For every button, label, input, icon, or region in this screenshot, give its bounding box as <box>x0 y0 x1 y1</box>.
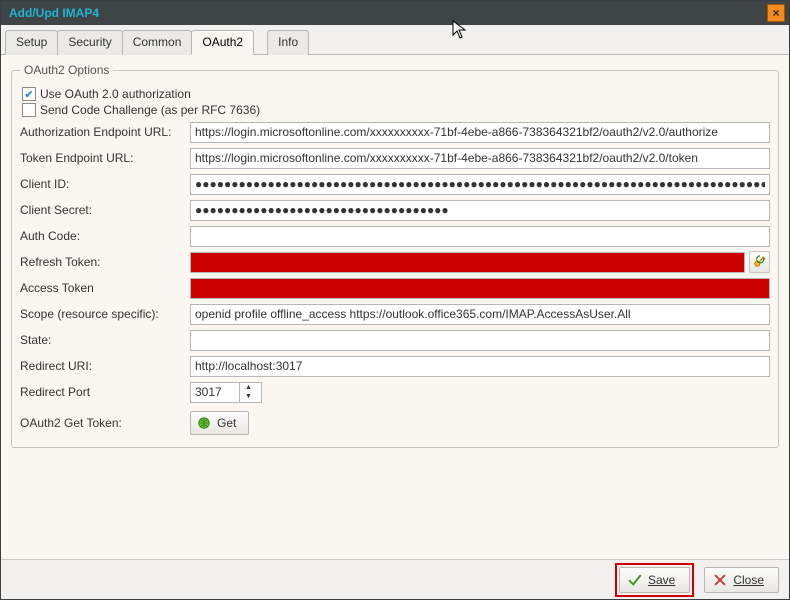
label-auth-code: Auth Code: <box>20 229 190 243</box>
label-redirect-port: Redirect Port <box>20 385 190 399</box>
save-highlight: Save <box>615 563 694 597</box>
window-title: Add/Upd IMAP4 <box>5 6 767 20</box>
send-code-challenge-checkbox[interactable]: Send Code Challenge (as per RFC 7636) <box>22 103 770 117</box>
close-label: Close <box>733 573 764 587</box>
label-client-secret: Client Secret: <box>20 203 190 217</box>
redirect-port-input[interactable] <box>191 383 239 402</box>
label-state: State: <box>20 333 190 347</box>
label-client-id: Client ID: <box>20 177 190 191</box>
token-endpoint-input[interactable] <box>190 148 770 169</box>
use-oauth-label: Use OAuth 2.0 authorization <box>40 87 191 101</box>
close-icon: × <box>772 6 779 20</box>
tab-common[interactable]: Common <box>122 30 193 55</box>
oauth2-options-group: OAuth2 Options Use OAuth 2.0 authorizati… <box>11 63 779 448</box>
checkbox-icon <box>22 103 36 117</box>
tab-info[interactable]: Info <box>267 30 309 55</box>
checkbox-icon <box>22 87 36 101</box>
spinner-up-icon[interactable]: ▲ <box>240 383 257 393</box>
client-secret-input[interactable] <box>190 200 770 221</box>
redirect-uri-input[interactable] <box>190 356 770 377</box>
redirect-port-stepper[interactable]: ▲ ▼ <box>190 382 262 403</box>
save-label: Save <box>648 573 675 587</box>
label-token-endpoint: Token Endpoint URL: <box>20 151 190 165</box>
x-icon <box>713 573 727 587</box>
key-refresh-icon <box>752 255 766 269</box>
label-scope: Scope (resource specific): <box>20 307 190 321</box>
get-token-button[interactable]: Get <box>190 411 249 435</box>
titlebar: Add/Upd IMAP4 × <box>1 1 789 25</box>
spinner-arrows: ▲ ▼ <box>239 383 257 402</box>
auth-endpoint-input[interactable] <box>190 122 770 143</box>
dialog-window: Add/Upd IMAP4 × Setup Security Common OA… <box>0 0 790 600</box>
save-button[interactable]: Save <box>619 567 690 593</box>
access-token-input[interactable] <box>190 278 770 299</box>
window-close-button[interactable]: × <box>767 4 785 22</box>
label-redirect-uri: Redirect URI: <box>20 359 190 373</box>
tab-oauth2[interactable]: OAuth2 <box>191 30 254 55</box>
tab-security[interactable]: Security <box>57 30 122 55</box>
use-oauth-checkbox[interactable]: Use OAuth 2.0 authorization <box>22 87 770 101</box>
label-get-token: OAuth2 Get Token: <box>20 416 190 430</box>
globe-refresh-icon <box>197 416 211 430</box>
close-button[interactable]: Close <box>704 567 779 593</box>
label-refresh-token: Refresh Token: <box>20 255 190 269</box>
scope-input[interactable] <box>190 304 770 325</box>
refresh-token-action-button[interactable] <box>749 251 770 273</box>
dialog-footer: Save Close <box>1 559 789 599</box>
tab-bar: Setup Security Common OAuth2 Info <box>1 25 789 55</box>
auth-code-input[interactable] <box>190 226 770 247</box>
spinner-down-icon[interactable]: ▼ <box>240 392 257 402</box>
check-icon <box>628 573 642 587</box>
refresh-token-input[interactable] <box>190 252 745 273</box>
group-legend: OAuth2 Options <box>20 63 113 77</box>
get-button-label: Get <box>217 416 236 430</box>
tab-content: OAuth2 Options Use OAuth 2.0 authorizati… <box>1 55 789 559</box>
state-input[interactable] <box>190 330 770 351</box>
client-id-input[interactable] <box>190 174 770 195</box>
label-auth-endpoint: Authorization Endpoint URL: <box>20 125 190 139</box>
code-challenge-label: Send Code Challenge (as per RFC 7636) <box>40 103 260 117</box>
label-access-token: Access Token <box>20 281 190 295</box>
tab-setup[interactable]: Setup <box>5 30 58 55</box>
